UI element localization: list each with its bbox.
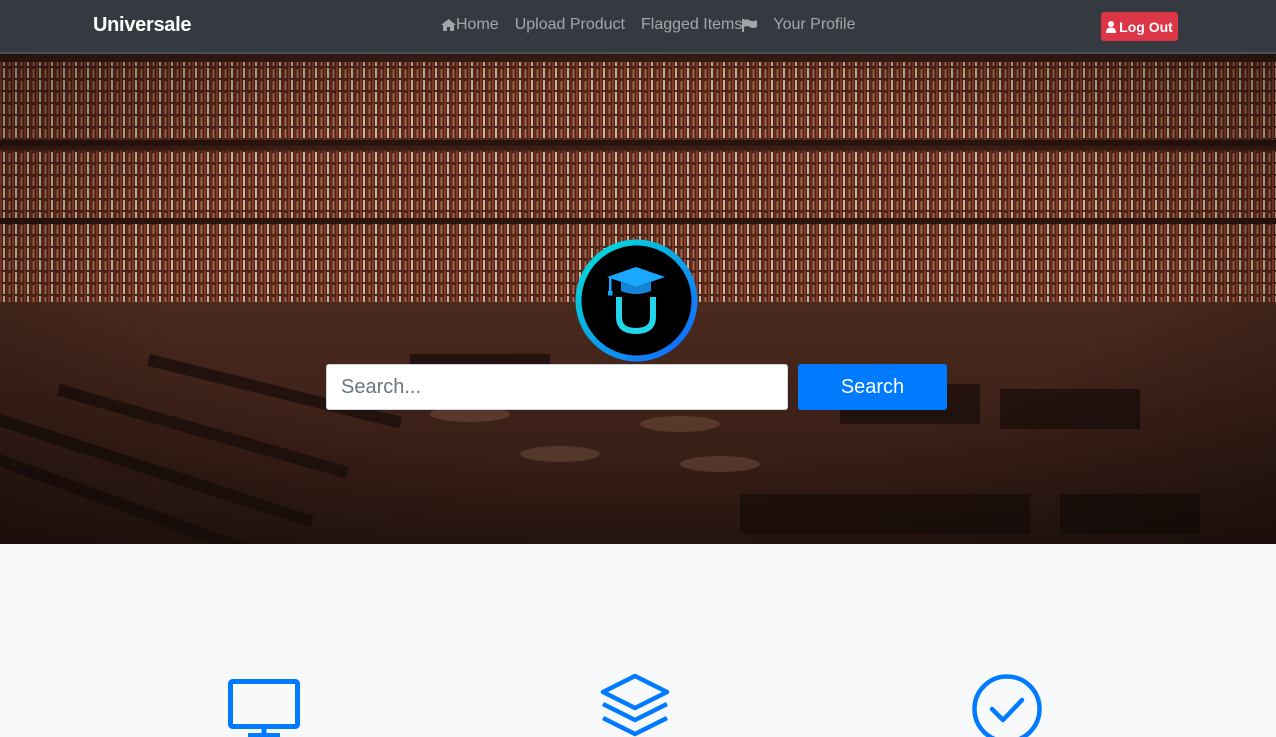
search-button[interactable]: Search bbox=[798, 364, 947, 410]
check-circle-icon bbox=[972, 674, 1042, 737]
top-navbar: Universale Home Upload Product Flagged I… bbox=[0, 0, 1276, 54]
nav-home-label: Home bbox=[456, 16, 499, 33]
nav-profile-label: Your Profile bbox=[773, 16, 856, 33]
nav-upload-product[interactable]: Upload Product bbox=[515, 16, 625, 34]
nav-flagged-label: Flagged Items bbox=[640, 16, 743, 33]
hero-section: Search bbox=[0, 54, 1276, 544]
flag-icon bbox=[742, 18, 758, 32]
nav-home[interactable]: Home bbox=[441, 16, 499, 34]
user-icon bbox=[1106, 20, 1117, 33]
nav-your-profile[interactable]: Your Profile bbox=[773, 16, 855, 34]
nav-upload-label: Upload Product bbox=[514, 16, 625, 33]
main-nav: Home Upload Product Flagged Items Your P… bbox=[441, 16, 856, 34]
home-icon bbox=[441, 19, 456, 31]
desktop-icon bbox=[228, 679, 300, 737]
search-input[interactable] bbox=[326, 364, 788, 410]
layers-icon bbox=[600, 673, 670, 737]
logout-label: Log Out bbox=[1119, 18, 1173, 35]
logout-button[interactable]: Log Out bbox=[1101, 12, 1178, 41]
nav-flagged-items[interactable]: Flagged Items bbox=[640, 16, 758, 34]
brand-logo-text[interactable]: Universale bbox=[93, 14, 191, 37]
universale-logo-icon bbox=[575, 239, 698, 362]
